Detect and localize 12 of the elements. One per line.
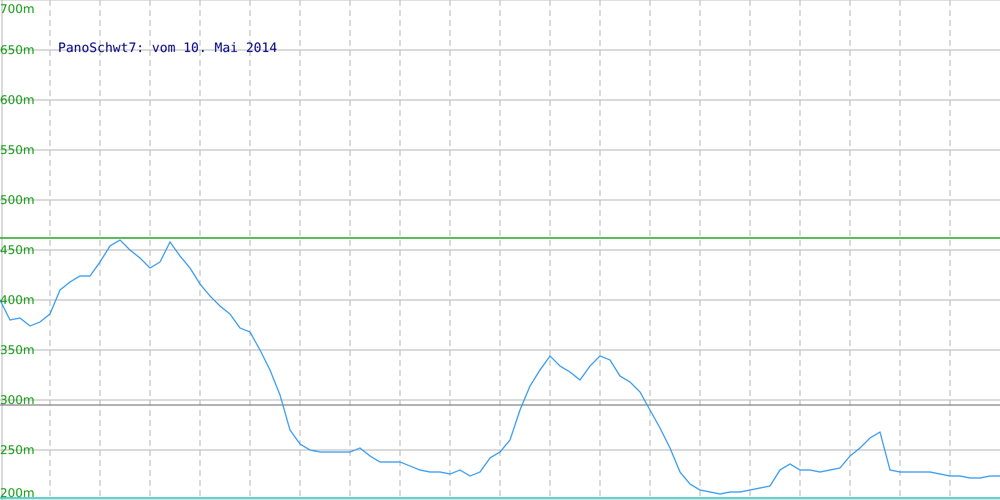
axis-tick-label: 550m <box>0 143 35 157</box>
axis-tick-label: 200m <box>0 486 35 500</box>
axis-tick-label: 400m <box>0 293 35 307</box>
axis-tick-label: 700m <box>0 2 35 16</box>
axis-tick-label: 300m <box>0 393 35 407</box>
axis-tick-label: 500m <box>0 193 35 207</box>
axis-tick-label: 600m <box>0 93 35 107</box>
axis-tick-label: 450m <box>0 243 35 257</box>
axis-tick-label: 250m <box>0 443 35 457</box>
chart-title: PanoSchwt7: vom 10. Mai 2014 <box>58 41 278 56</box>
axis-tick-label: 650m <box>0 43 35 57</box>
axis-tick-label: 350m <box>0 343 35 357</box>
